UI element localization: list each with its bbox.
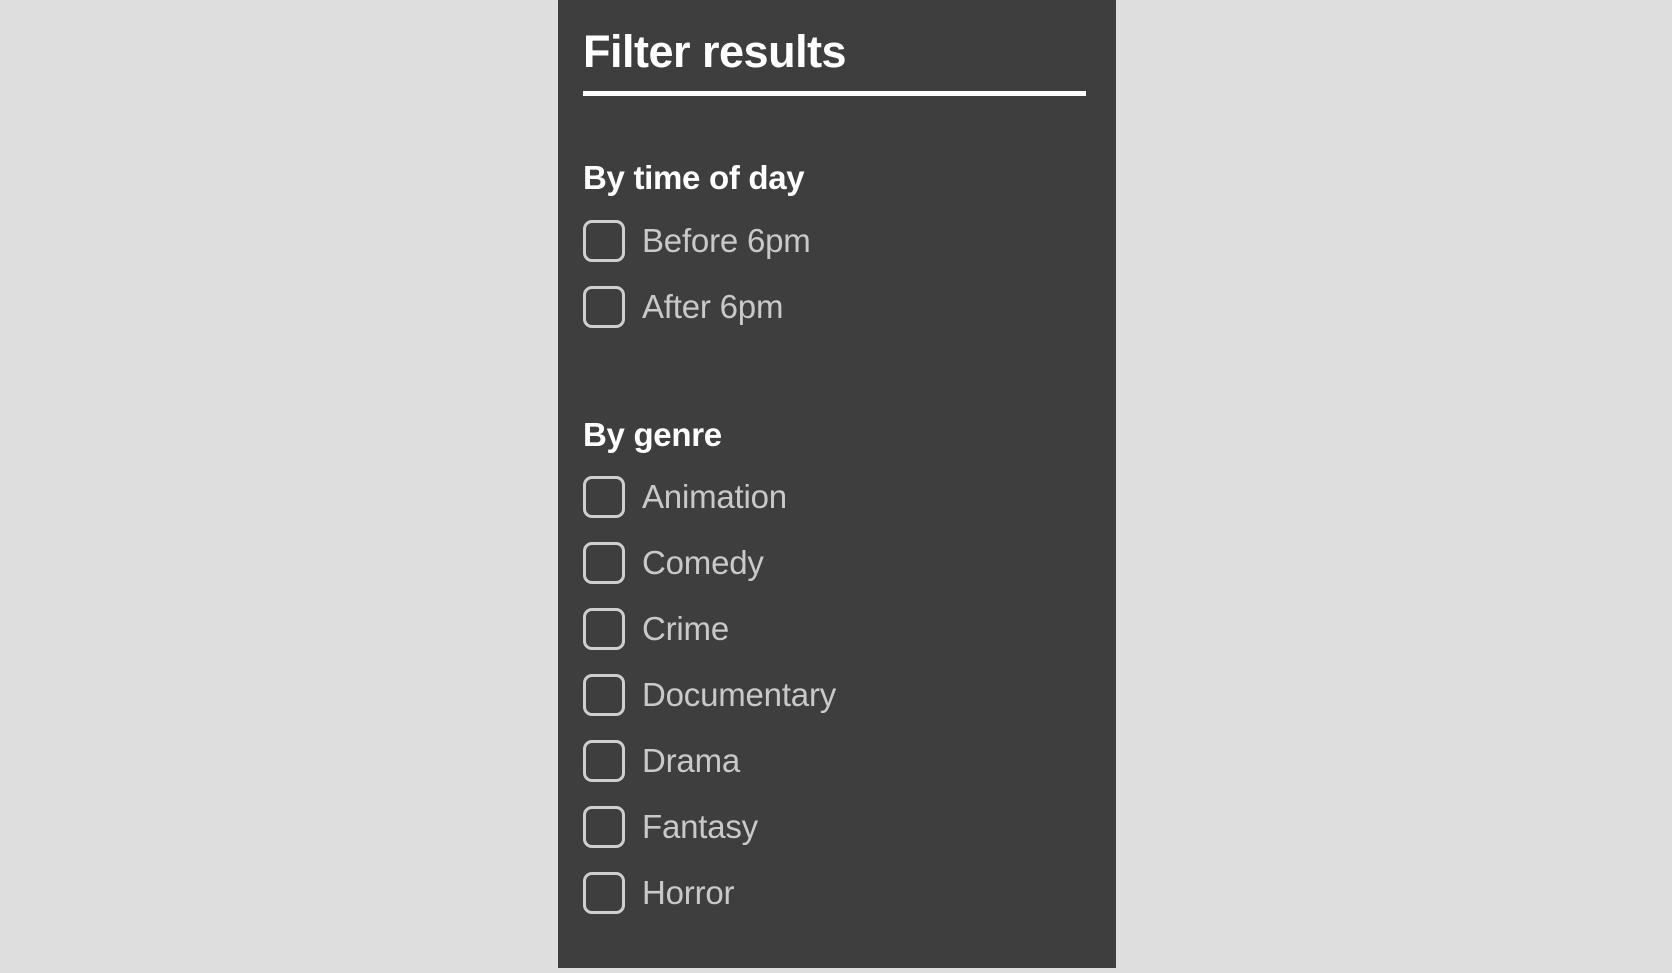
filter-option-crime[interactable]: Crime — [583, 596, 1091, 662]
filter-option-fantasy[interactable]: Fantasy — [583, 794, 1091, 860]
filter-section-time-of-day: By time of day Before 6pm After 6pm — [583, 160, 1091, 339]
filter-option-label: Documentary — [642, 678, 836, 711]
section-heading-time-of-day: By time of day — [583, 160, 1091, 196]
checkbox-documentary[interactable] — [583, 674, 625, 716]
screen: Filter results By time of day Before 6pm… — [0, 0, 1672, 973]
section-heading-genre: By genre — [583, 417, 1091, 453]
page-title: Filter results — [583, 0, 1091, 75]
filter-option-drama[interactable]: Drama — [583, 728, 1091, 794]
title-divider — [583, 91, 1086, 96]
checkbox-after-6pm[interactable] — [583, 286, 625, 328]
filter-option-label: Before 6pm — [642, 224, 811, 257]
filter-panel: Filter results By time of day Before 6pm… — [558, 0, 1116, 968]
checkbox-comedy[interactable] — [583, 542, 625, 584]
checkbox-before-6pm[interactable] — [583, 220, 625, 262]
filter-option-animation[interactable]: Animation — [583, 464, 1091, 530]
filter-option-horror[interactable]: Horror — [583, 860, 1091, 926]
filter-option-before-6pm[interactable]: Before 6pm — [583, 208, 1091, 274]
filter-option-documentary[interactable]: Documentary — [583, 662, 1091, 728]
checkbox-fantasy[interactable] — [583, 806, 625, 848]
filter-option-label: After 6pm — [642, 290, 783, 323]
checkbox-animation[interactable] — [583, 476, 625, 518]
filter-option-label: Horror — [642, 876, 734, 909]
filter-section-genre: By genre Animation Comedy Crime Document… — [583, 417, 1091, 926]
checkbox-crime[interactable] — [583, 608, 625, 650]
checkbox-horror[interactable] — [583, 872, 625, 914]
checkbox-drama[interactable] — [583, 740, 625, 782]
filter-option-label: Crime — [642, 612, 729, 645]
filter-option-label: Animation — [642, 480, 787, 513]
filter-option-label: Comedy — [642, 546, 764, 579]
filter-option-after-6pm[interactable]: After 6pm — [583, 274, 1091, 340]
filter-option-label: Drama — [642, 744, 740, 777]
filter-option-label: Fantasy — [642, 810, 758, 843]
filter-option-comedy[interactable]: Comedy — [583, 530, 1091, 596]
